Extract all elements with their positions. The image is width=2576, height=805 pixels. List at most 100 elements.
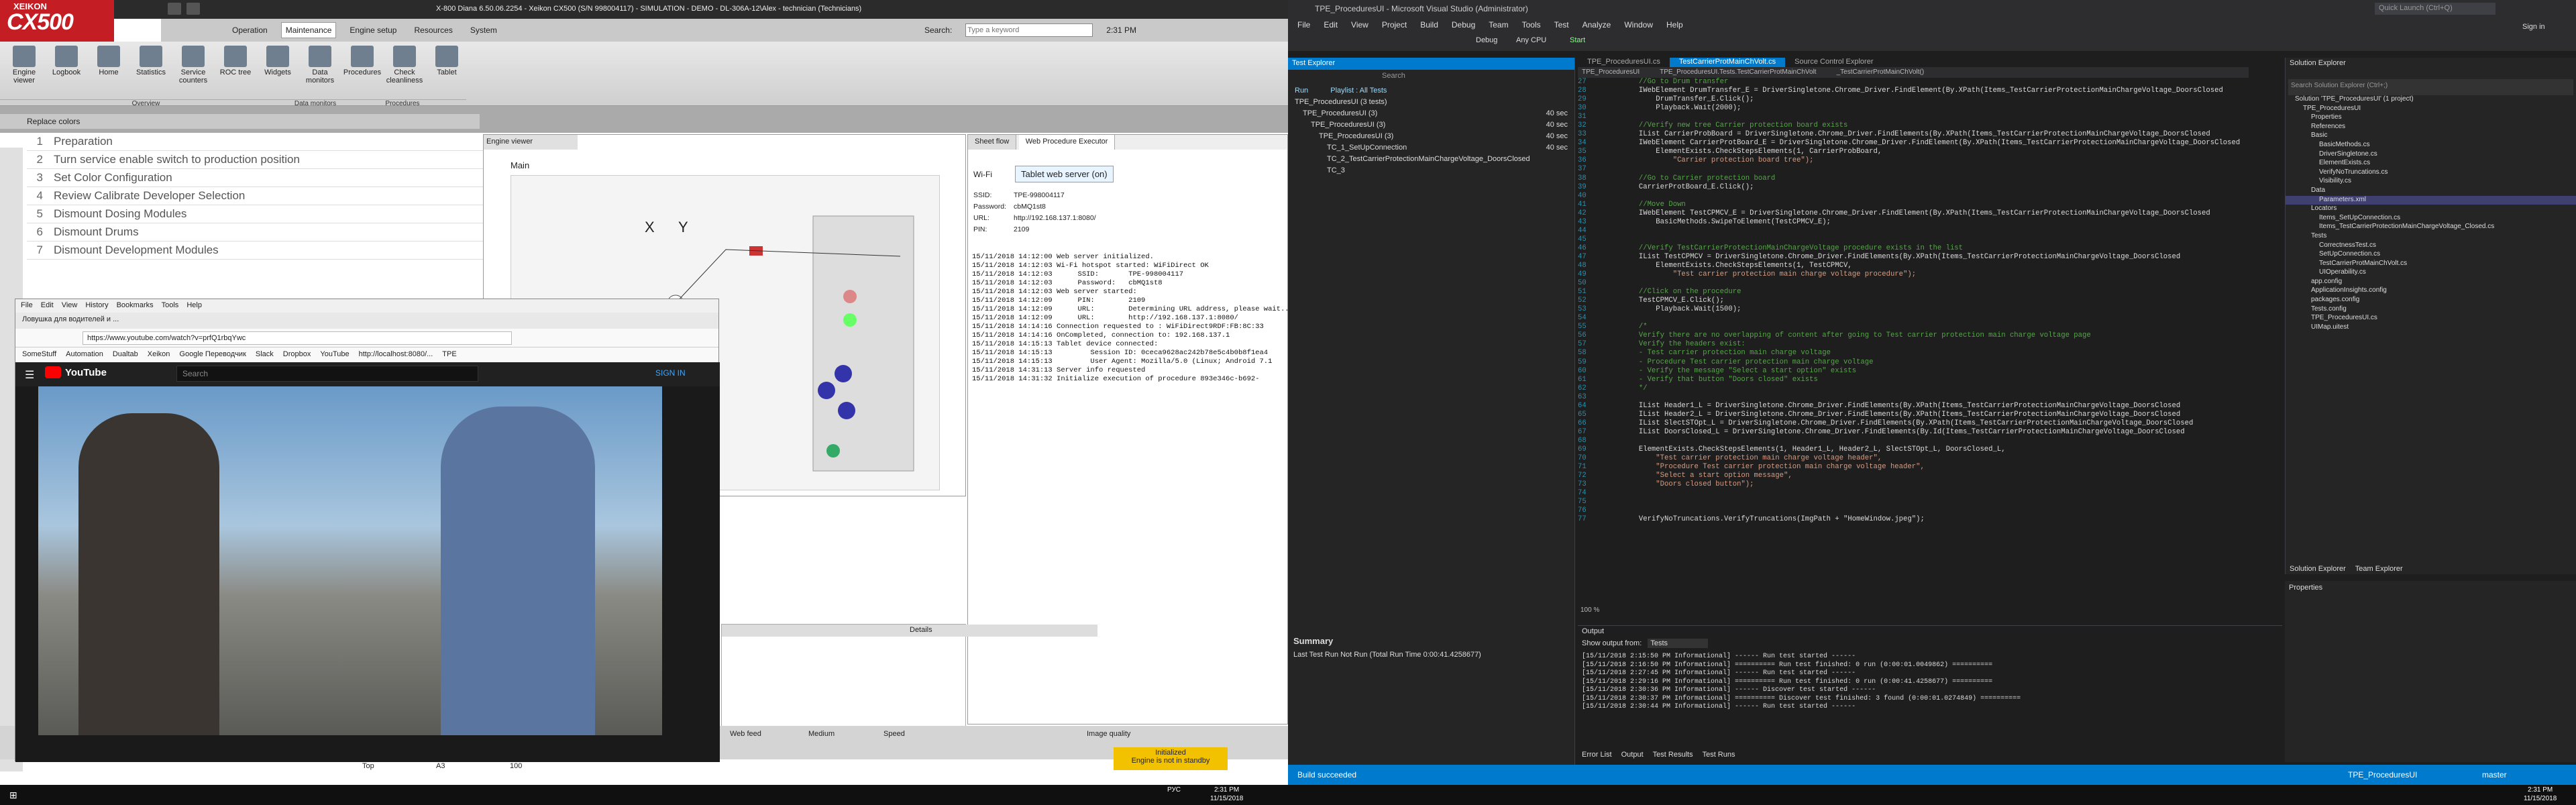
search-input[interactable] [965,23,1093,37]
solution-item[interactable]: UIOperability.cs [2286,268,2576,278]
browser-menu-item[interactable]: File [21,301,33,311]
bookmark-item[interactable]: YouTube [320,350,349,360]
ribbon-button-6[interactable]: Widgets [258,46,298,93]
vs-menu-item[interactable]: Tools [1522,20,1541,30]
taskbar-date-right[interactable]: 11/15/2018 [2524,795,2557,802]
solution-item[interactable]: UIMap.uitest [2286,323,2576,333]
taskbar-clock-right[interactable]: 2:31 PM [2528,786,2553,794]
solution-tab[interactable]: Team Explorer [2355,565,2403,573]
test-item[interactable]: TPE_ProceduresUI (3) 40 sec [1288,109,1574,121]
solution-item[interactable]: Solution 'TPE_ProceduresUI' (1 project) [2286,95,2576,105]
solution-item[interactable]: CorrectnessTest.cs [2286,241,2576,251]
url-bar[interactable]: https://www.youtube.com/watch?v=prfQ1rbq… [83,331,512,345]
menu-engine-setup[interactable]: Engine setup [345,23,400,38]
solution-item[interactable]: ApplicationInsights.config [2286,286,2576,296]
editor-tab[interactable]: Source Control Explorer [1785,58,1882,67]
solution-tab[interactable]: Solution Explorer [2290,565,2346,573]
solution-item[interactable]: Properties [2286,113,2576,123]
config-dropdown[interactable]: Debug [1476,36,1497,44]
solution-item[interactable]: Locators [2286,205,2576,214]
solution-item[interactable]: SetUpConnection.cs [2286,250,2576,260]
solution-item[interactable]: DriverSingletone.cs [2286,150,2576,160]
editor-tab[interactable]: TestCarrierProtMainChVolt.cs [1669,58,1786,67]
browser-menu-item[interactable]: History [85,301,108,311]
nav-crumb[interactable]: TPE_ProceduresUI.Tests.TestCarrierProtMa… [1660,68,1816,76]
status-project[interactable]: TPE_ProceduresUI [2348,770,2417,780]
menu-icon[interactable]: ☰ [25,368,34,382]
tab-web-procedure-executor[interactable]: Web Procedure Executor [1018,135,1116,150]
playlist-dropdown[interactable]: Playlist : All Tests [1330,87,1387,95]
browser-menu-item[interactable]: Tools [162,301,179,311]
browser-menu-item[interactable]: View [62,301,78,311]
vs-menu-item[interactable]: Window [1624,20,1653,30]
solution-item[interactable]: packages.config [2286,296,2576,305]
vs-menu-item[interactable]: View [1351,20,1368,30]
bottom-tab[interactable]: Test Runs [1703,751,1735,759]
solution-item[interactable]: Items_TestCarrierProtectionMainChargeVol… [2286,223,2576,232]
solution-item[interactable]: TPE_ProceduresUI.cs [2286,314,2576,323]
solution-item[interactable]: Basic [2286,131,2576,141]
vs-menu-item[interactable]: Help [1666,20,1683,30]
ribbon-button-0[interactable]: Engine viewer [4,46,44,93]
ribbon-button-7[interactable]: Data monitors [300,46,340,93]
test-search[interactable]: Search [1288,70,1574,85]
vs-menu-item[interactable]: Project [1382,20,1407,30]
youtube-logo-icon[interactable] [45,366,61,378]
bookmark-item[interactable]: TPE [442,350,456,360]
solution-item[interactable]: Parameters.xml [2286,195,2576,205]
start-button[interactable]: Start [1570,36,1585,44]
tablet-web-server-button[interactable]: Tablet web server (on) [1015,166,1114,182]
test-item[interactable]: TPE_ProceduresUI (3) 40 sec [1288,121,1574,132]
vs-menu-item[interactable]: Team [1489,20,1508,30]
menu-resources[interactable]: Resources [410,23,456,38]
bottom-tab[interactable]: Error List [1582,751,1612,759]
solution-item[interactable]: TPE_ProceduresUI [2286,105,2576,114]
solution-item[interactable]: Visibility.cs [2286,177,2576,186]
nav-crumb[interactable]: TPE_ProceduresUI [1582,68,1640,76]
solution-item[interactable]: Items_SetUpConnection.cs [2286,214,2576,223]
bookmark-item[interactable]: SomeStuff [22,350,56,360]
back-icon[interactable] [168,3,181,15]
solution-item[interactable]: Tests.config [2286,305,2576,315]
quick-launch[interactable]: Quick Launch (Ctrl+Q) [2375,3,2496,15]
ribbon-button-3[interactable]: Statistics [131,46,171,93]
solution-item[interactable]: Tests [2286,232,2576,241]
bookmark-item[interactable]: Dualtab [113,350,138,360]
platform-dropdown[interactable]: Any CPU [1516,36,1546,44]
output-source-dropdown[interactable]: Tests [1648,639,1709,648]
solution-item[interactable]: VerifyNoTruncations.cs [2286,168,2576,178]
solution-item[interactable]: BasicMethods.cs [2286,141,2576,150]
bookmark-item[interactable]: http://localhost:8080/... [359,350,433,360]
ribbon-button-8[interactable]: Procedures [342,46,382,93]
browser-menu-item[interactable]: Help [186,301,202,311]
bottom-tab[interactable]: Output [1621,751,1644,759]
solution-item[interactable]: TestCarrierProtMainChVolt.cs [2286,260,2576,269]
editor-tab[interactable]: TPE_ProceduresUI.cs [1578,58,1670,67]
vs-menu-item[interactable]: Debug [1452,20,1475,30]
menu-system[interactable]: System [466,23,501,38]
test-item[interactable]: TC_1_SetUpConnection 40 sec [1288,144,1574,155]
zoom-level[interactable]: 100 % [1580,606,1599,614]
test-item[interactable]: TPE_ProceduresUI (3) 40 sec [1288,132,1574,144]
bookmark-item[interactable]: Slack [256,350,274,360]
procedure-step[interactable]: 2 Turn service enable switch to productio… [27,151,483,169]
bookmark-item[interactable]: Google Переводчик [179,350,246,360]
ribbon-button-9[interactable]: Check cleanliness [384,46,425,93]
run-button[interactable]: Run [1295,87,1308,95]
sign-in-button[interactable]: SIGN IN [655,368,686,378]
ribbon-button-5[interactable]: ROC tree [215,46,256,93]
vs-menu-item[interactable]: File [1297,20,1310,30]
taskbar-clock-left[interactable]: 2:31 PM [1214,786,1239,794]
bottom-tab[interactable]: Test Results [1653,751,1693,759]
windows-start-icon[interactable]: ⊞ [9,790,17,801]
youtube-search[interactable]: Search [176,366,478,382]
browser-tab[interactable]: Ловушка для водителей и ... [15,313,718,329]
menu-maintenance[interactable]: Maintenance [280,22,337,38]
nav-crumb[interactable]: _TestCarrierProtMainChVolt() [1837,68,1925,76]
procedure-step[interactable]: 3 Set Color Configuration [27,169,483,187]
taskbar-lang[interactable]: РУС [1167,786,1181,794]
test-item[interactable]: TC_3 [1288,166,1574,178]
solution-item[interactable]: app.config [2286,278,2576,287]
youtube-logo[interactable]: YouTube [65,367,107,378]
status-branch[interactable]: master [2482,770,2507,780]
